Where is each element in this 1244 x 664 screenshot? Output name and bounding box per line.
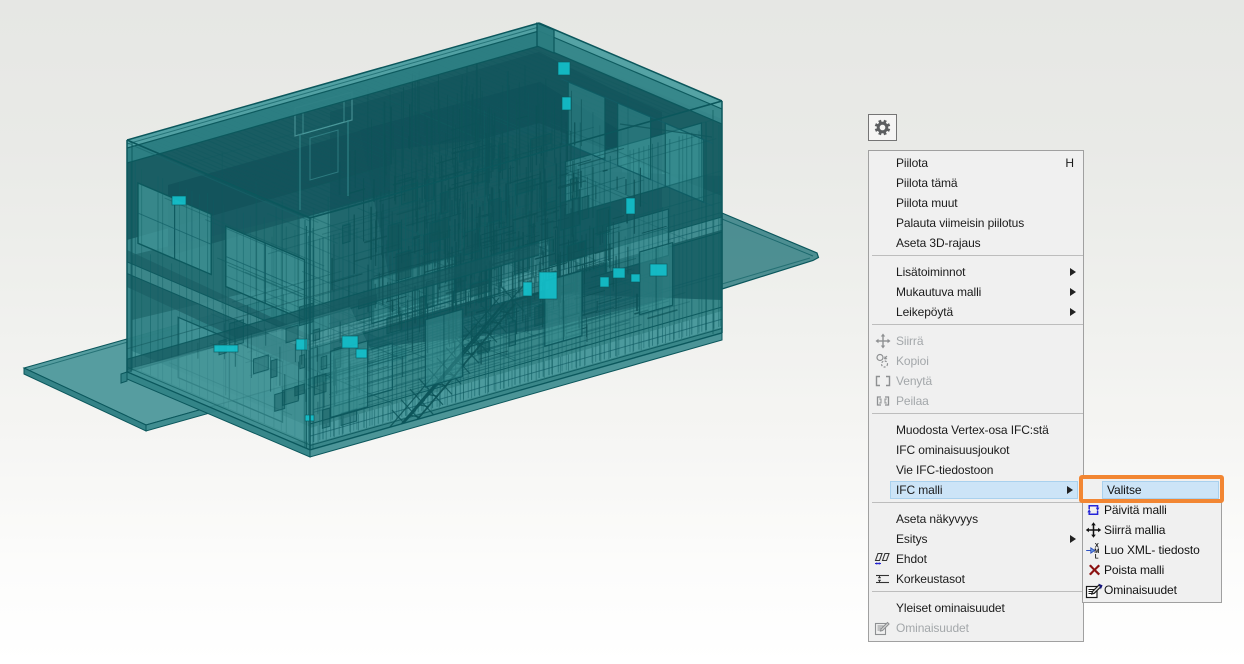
svg-text:L: L [1094, 553, 1098, 559]
